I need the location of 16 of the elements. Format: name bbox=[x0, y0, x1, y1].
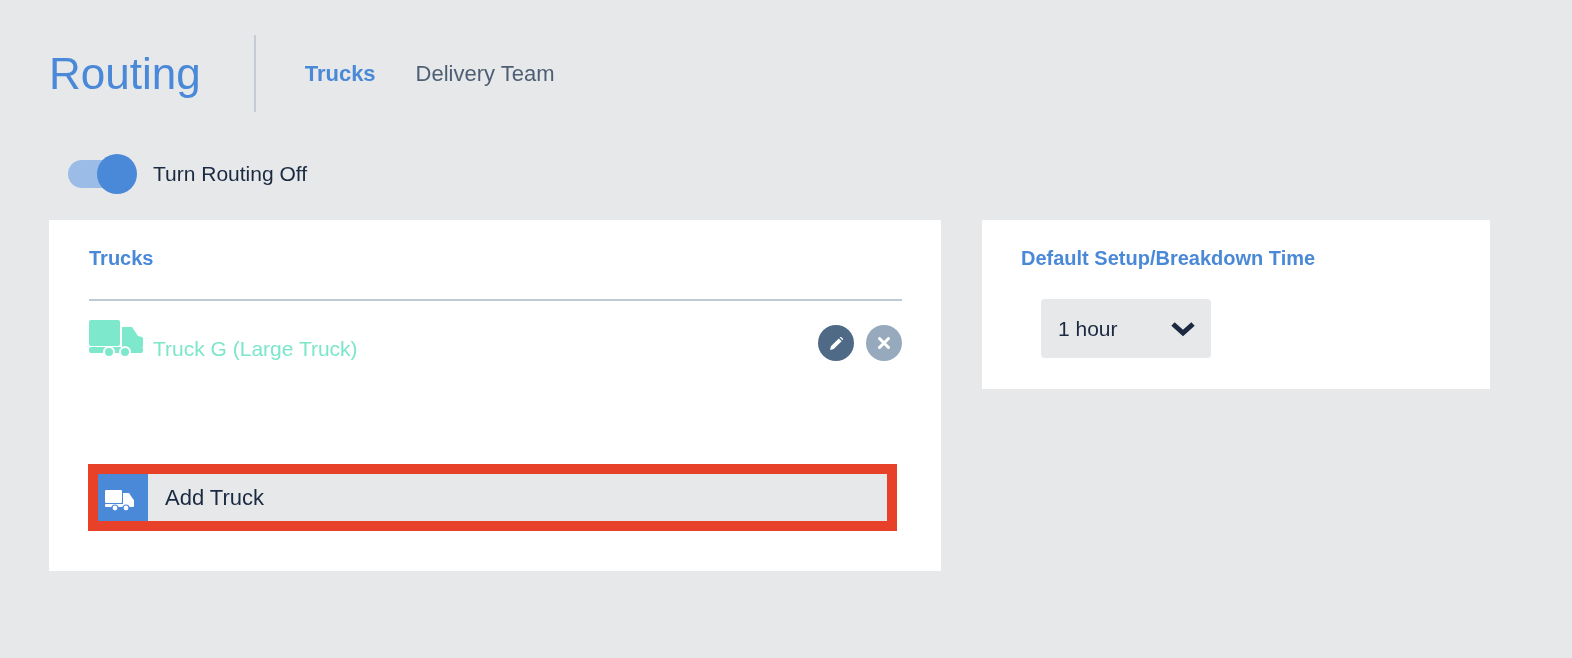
card-title: Trucks bbox=[89, 246, 154, 270]
chevron-down-icon bbox=[1170, 320, 1196, 337]
toggle-switch[interactable] bbox=[68, 154, 137, 194]
truck-icon bbox=[98, 474, 148, 521]
card-title: Default Setup/Breakdown Time bbox=[1021, 246, 1316, 270]
close-icon bbox=[878, 337, 890, 349]
delete-button[interactable] bbox=[866, 325, 902, 361]
page-title: Routing bbox=[49, 47, 201, 100]
duration-select[interactable]: 1 hour bbox=[1041, 299, 1211, 358]
tab[interactable]: Delivery Team bbox=[415, 59, 555, 88]
truck-name: Truck G (Large Truck) bbox=[153, 336, 358, 362]
add-truck-button[interactable]: Add Truck bbox=[98, 474, 887, 521]
edit-button[interactable] bbox=[818, 325, 854, 361]
pencil-icon bbox=[829, 336, 843, 350]
toggle-label: Turn Routing Off bbox=[153, 162, 308, 186]
truck-icon bbox=[89, 320, 143, 358]
